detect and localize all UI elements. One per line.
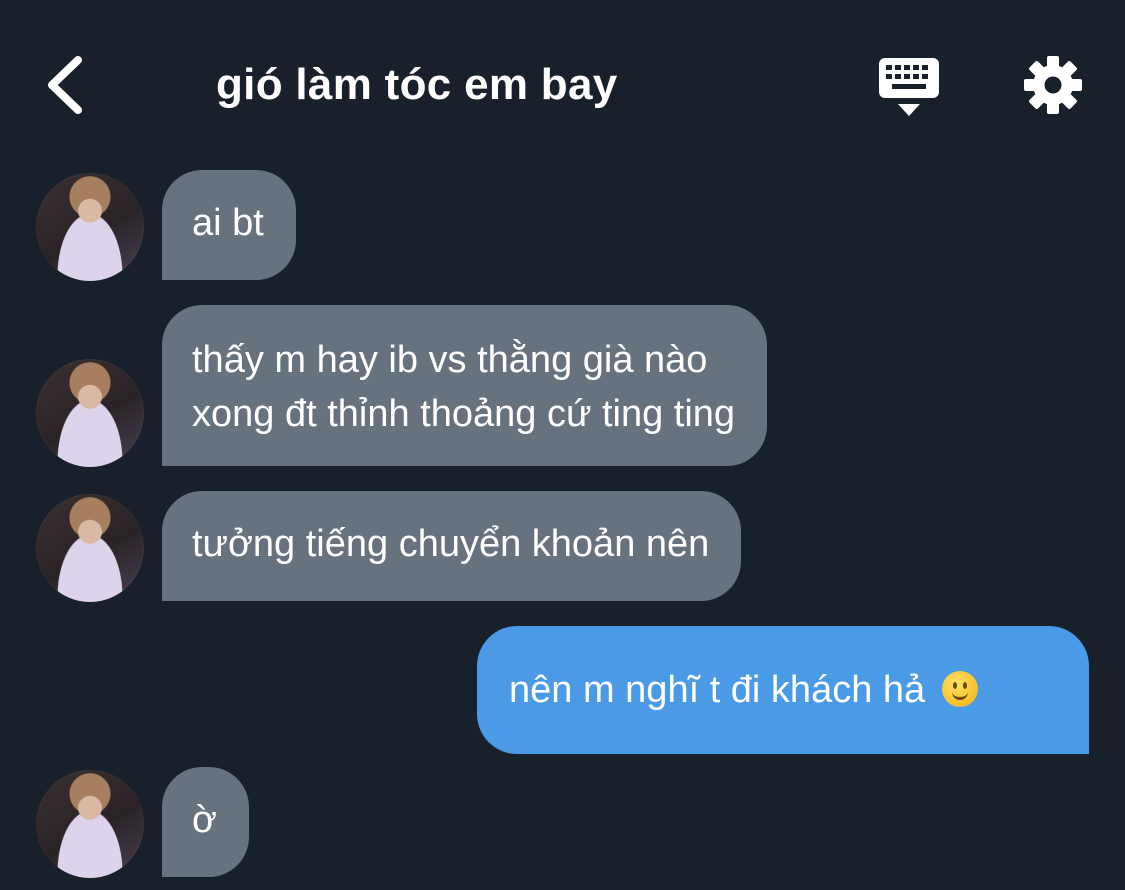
slightly-smiling-face-icon xyxy=(941,671,978,707)
gear-icon xyxy=(1024,56,1082,114)
chat-header: gió làm tóc em bay xyxy=(0,0,1125,160)
message-text: xong đt thỉnh thoảng cứ ting ting xyxy=(192,393,736,435)
conversation-title: gió làm tóc em bay xyxy=(216,60,618,109)
message-text: ờ xyxy=(192,799,217,841)
avatar[interactable] xyxy=(36,494,144,602)
message-text-content: nên m nghĩ t đi khách hả xyxy=(509,669,926,711)
message-bubble-received[interactable]: ờ xyxy=(162,767,249,877)
chevron-left-icon xyxy=(48,56,82,114)
message-bubble-received[interactable]: thấy m hay ib vs thằng già nào xong đt t… xyxy=(162,305,768,466)
chat-screen: gió làm tóc em bay ai bt thấy m hay ib v… xyxy=(0,0,1125,890)
avatar[interactable] xyxy=(36,770,144,878)
keyboard-toggle-button[interactable] xyxy=(876,56,942,118)
message-bubble-received[interactable]: ai bt xyxy=(162,170,296,280)
message-bubble-sent[interactable]: nên m nghĩ t đi khách hả xyxy=(477,626,1089,754)
message-bubble-received[interactable]: tưởng tiếng chuyển khoản nên xyxy=(162,491,742,601)
message-text: thấy m hay ib vs thằng già nào xyxy=(192,339,708,381)
back-button[interactable] xyxy=(40,52,100,118)
settings-button[interactable] xyxy=(1022,54,1084,116)
message-text: nên m nghĩ t đi khách hả xyxy=(509,663,1057,717)
message-text: ai bt xyxy=(192,202,264,244)
message-text: tưởng tiếng chuyển khoản nên xyxy=(192,523,710,565)
avatar[interactable] xyxy=(36,173,144,281)
keyboard-icon xyxy=(879,58,939,116)
avatar[interactable] xyxy=(36,359,144,467)
